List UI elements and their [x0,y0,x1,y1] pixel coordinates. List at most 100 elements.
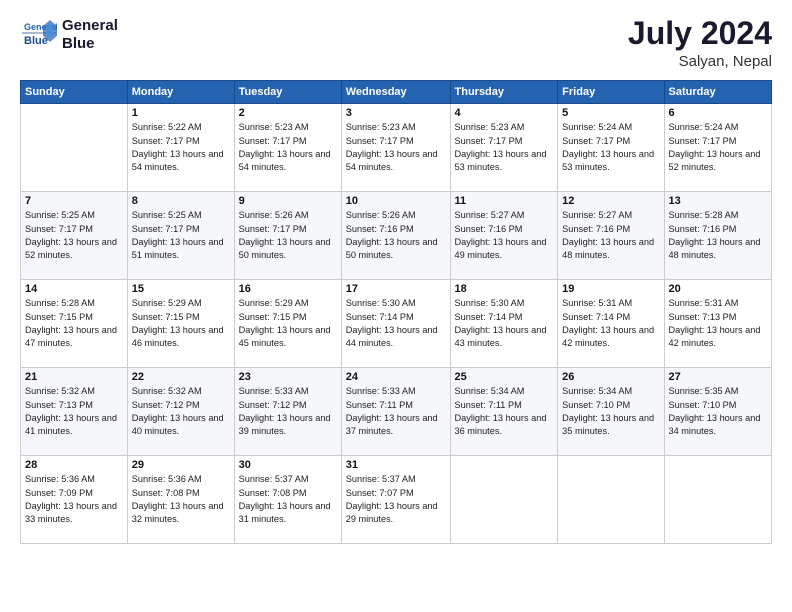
day-number: 8 [132,195,230,207]
calendar-cell [558,456,664,544]
logo: General Blue General Blue [20,16,118,54]
calendar-cell: 20Sunrise: 5:31 AM Sunset: 7:13 PM Dayli… [664,280,772,368]
day-number: 13 [669,195,768,207]
month-year: July 2024 [628,16,772,51]
calendar-cell: 31 Sunrise: 5:37 AM Sunset: 7:07 PM Dayli… [341,456,450,544]
header-saturday: Saturday [664,81,772,104]
day-number: 19 [562,283,659,295]
day-number: 25 [455,371,554,383]
day-info: Sunrise: 5:34 AM Sunset: 7:11 PM Dayligh… [455,385,554,438]
location: Salyan, Nepal [628,53,772,70]
day-info: Sunrise: 5:36 AM Sunset: 7:08 PM Dayligh… [132,473,230,526]
calendar-cell: 8 Sunrise: 5:25 AM Sunset: 7:17 PM Daylig… [127,192,234,280]
day-info: Sunrise: 5:23 AM Sunset: 7:17 PM Dayligh… [346,121,446,174]
day-number: 24 [346,371,446,383]
day-info: Sunrise: 5:27 AM Sunset: 7:16 PM Dayligh… [455,209,554,262]
calendar-cell: 5 Sunrise: 5:24 AM Sunset: 7:17 PM Daylig… [558,104,664,192]
calendar-cell: 14 Sunrise: 5:28 AM Sunset: 7:15 PM Dayli… [21,280,128,368]
day-info: Sunrise: 5:24 AM Sunset: 7:17 PM Dayligh… [562,121,659,174]
day-info: Sunrise: 5:31 AM Sunset: 7:13 PM Dayligh… [669,297,768,350]
calendar-cell: 24 Sunrise: 5:33 AM Sunset: 7:11 PM Dayli… [341,368,450,456]
day-number: 14 [25,283,123,295]
calendar-cell: 6Sunrise: 5:24 AM Sunset: 7:17 PM Daylig… [664,104,772,192]
day-number: 12 [562,195,659,207]
calendar-table: Sunday Monday Tuesday Wednesday Thursday… [20,80,772,544]
calendar-cell: 7Sunrise: 5:25 AM Sunset: 7:17 PM Daylig… [21,192,128,280]
day-info: Sunrise: 5:25 AM Sunset: 7:17 PM Dayligh… [132,209,230,262]
day-number: 28 [25,459,123,471]
calendar-cell: 25 Sunrise: 5:34 AM Sunset: 7:11 PM Dayli… [450,368,558,456]
header-tuesday: Tuesday [234,81,341,104]
day-info: Sunrise: 5:30 AM Sunset: 7:14 PM Dayligh… [346,297,446,350]
day-number: 11 [455,195,554,207]
day-number: 22 [132,371,230,383]
day-info: Sunrise: 5:28 AM Sunset: 7:16 PM Dayligh… [669,209,768,262]
calendar-cell: 12Sunrise: 5:27 AM Sunset: 7:16 PM Dayli… [558,192,664,280]
day-number: 16 [239,283,337,295]
calendar-week-row: 28 Sunrise: 5:36 AM Sunset: 7:09 PM Dayli… [21,456,772,544]
calendar-cell: 23Sunrise: 5:33 AM Sunset: 7:12 PM Dayli… [234,368,341,456]
header-friday: Friday [558,81,664,104]
weekday-header-row: Sunday Monday Tuesday Wednesday Thursday… [21,81,772,104]
logo-line2: Blue [62,35,118,53]
calendar-cell: 30Sunrise: 5:37 AM Sunset: 7:08 PM Dayli… [234,456,341,544]
title-block: July 2024 Salyan, Nepal [628,16,772,70]
day-info: Sunrise: 5:28 AM Sunset: 7:15 PM Dayligh… [25,297,123,350]
day-number: 29 [132,459,230,471]
calendar-cell [450,456,558,544]
day-number: 31 [346,459,446,471]
calendar-cell: 26Sunrise: 5:34 AM Sunset: 7:10 PM Dayli… [558,368,664,456]
day-info: Sunrise: 5:36 AM Sunset: 7:09 PM Dayligh… [25,473,123,526]
day-info: Sunrise: 5:34 AM Sunset: 7:10 PM Dayligh… [562,385,659,438]
day-number: 5 [562,107,659,119]
day-info: Sunrise: 5:37 AM Sunset: 7:08 PM Dayligh… [239,473,337,526]
calendar-cell: 11 Sunrise: 5:27 AM Sunset: 7:16 PM Dayli… [450,192,558,280]
header-monday: Monday [127,81,234,104]
calendar-week-row: 1 Sunrise: 5:22 AM Sunset: 7:17 PM Daylig… [21,104,772,192]
day-info: Sunrise: 5:30 AM Sunset: 7:14 PM Dayligh… [455,297,554,350]
calendar-cell: 27 Sunrise: 5:35 AM Sunset: 7:10 PM Dayli… [664,368,772,456]
day-number: 6 [669,107,768,119]
day-info: Sunrise: 5:33 AM Sunset: 7:11 PM Dayligh… [346,385,446,438]
day-info: Sunrise: 5:35 AM Sunset: 7:10 PM Dayligh… [669,385,768,438]
day-info: Sunrise: 5:32 AM Sunset: 7:13 PM Dayligh… [25,385,123,438]
day-number: 17 [346,283,446,295]
day-info: Sunrise: 5:31 AM Sunset: 7:14 PM Dayligh… [562,297,659,350]
day-number: 1 [132,107,230,119]
logo-line1: General [62,17,118,35]
calendar-body: 1 Sunrise: 5:22 AM Sunset: 7:17 PM Daylig… [21,104,772,544]
day-info: Sunrise: 5:29 AM Sunset: 7:15 PM Dayligh… [132,297,230,350]
day-info: Sunrise: 5:29 AM Sunset: 7:15 PM Dayligh… [239,297,337,350]
day-number: 3 [346,107,446,119]
day-info: Sunrise: 5:23 AM Sunset: 7:17 PM Dayligh… [455,121,554,174]
calendar-cell: 28 Sunrise: 5:36 AM Sunset: 7:09 PM Dayli… [21,456,128,544]
day-info: Sunrise: 5:22 AM Sunset: 7:17 PM Dayligh… [132,121,230,174]
calendar-cell: 16 Sunrise: 5:29 AM Sunset: 7:15 PM Dayli… [234,280,341,368]
calendar-cell: 18 Sunrise: 5:30 AM Sunset: 7:14 PM Dayli… [450,280,558,368]
header-thursday: Thursday [450,81,558,104]
day-info: Sunrise: 5:26 AM Sunset: 7:17 PM Dayligh… [239,209,337,262]
calendar-cell: 22Sunrise: 5:32 AM Sunset: 7:12 PM Dayli… [127,368,234,456]
calendar-cell: 21Sunrise: 5:32 AM Sunset: 7:13 PM Dayli… [21,368,128,456]
calendar-cell: 9Sunrise: 5:26 AM Sunset: 7:17 PM Daylig… [234,192,341,280]
calendar-cell [664,456,772,544]
day-info: Sunrise: 5:33 AM Sunset: 7:12 PM Dayligh… [239,385,337,438]
header: General Blue General Blue July 2024 Saly… [20,16,772,70]
calendar-cell: 2 Sunrise: 5:23 AM Sunset: 7:17 PM Daylig… [234,104,341,192]
header-wednesday: Wednesday [341,81,450,104]
day-info: Sunrise: 5:37 AM Sunset: 7:07 PM Dayligh… [346,473,446,526]
day-number: 2 [239,107,337,119]
day-number: 27 [669,371,768,383]
calendar-week-row: 14 Sunrise: 5:28 AM Sunset: 7:15 PM Dayli… [21,280,772,368]
day-number: 18 [455,283,554,295]
calendar-cell: 17 Sunrise: 5:30 AM Sunset: 7:14 PM Dayli… [341,280,450,368]
header-sunday: Sunday [21,81,128,104]
page: General Blue General Blue July 2024 Saly… [0,0,792,612]
calendar-cell: 19 Sunrise: 5:31 AM Sunset: 7:14 PM Dayli… [558,280,664,368]
logo-text: General Blue [62,17,118,53]
calendar-cell [21,104,128,192]
logo-icon: General Blue [20,16,58,54]
day-info: Sunrise: 5:26 AM Sunset: 7:16 PM Dayligh… [346,209,446,262]
day-number: 15 [132,283,230,295]
day-info: Sunrise: 5:23 AM Sunset: 7:17 PM Dayligh… [239,121,337,174]
